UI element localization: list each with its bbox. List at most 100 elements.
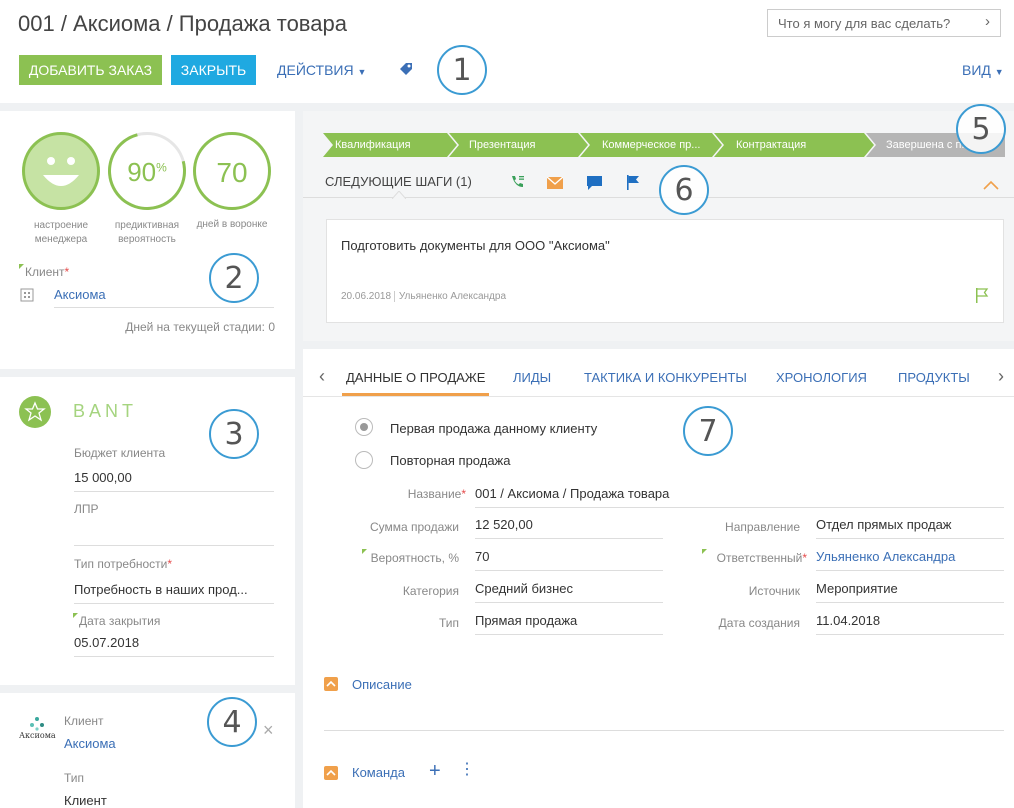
name-field[interactable]: 001 / Аксиома / Продажа товара	[475, 484, 1004, 508]
radio-repeat-sale[interactable]	[355, 451, 373, 469]
more-vertical-icon[interactable]: ⋮	[459, 762, 475, 778]
required-asterisk: *	[461, 487, 466, 501]
card-type-value: Клиент	[64, 793, 107, 808]
direction-label: Направление	[725, 520, 800, 534]
task-card[interactable]: Подготовить документы для ООО "Аксиома" …	[326, 219, 1004, 323]
days-stage-value: 0	[268, 320, 275, 334]
probability-gauge: 90%	[93, 117, 201, 225]
need-label: Тип потребности	[74, 557, 168, 571]
probability-field-label: Вероятность, %	[370, 551, 459, 565]
flag-icon[interactable]	[626, 175, 640, 190]
stage-qualification[interactable]: Квалификация	[323, 133, 457, 157]
view-menu[interactable]: Вид ▼	[962, 62, 1004, 78]
actions-menu[interactable]: Действия ▼	[277, 62, 366, 78]
description-section-title[interactable]: Описание	[352, 677, 412, 692]
task-date: 20.06.2018	[341, 291, 392, 302]
probability-field[interactable]: 70	[475, 547, 663, 571]
actions-label: Действия	[277, 62, 354, 78]
lpr-label: ЛПР	[74, 502, 99, 516]
chevron-right-icon: ›	[985, 13, 990, 30]
required-asterisk: *	[802, 551, 807, 565]
tab-sale-data[interactable]: ДАННЫЕ О ПРОДАЖЕ	[346, 370, 485, 385]
type-field[interactable]: Прямая продажа	[475, 611, 663, 635]
days-stage-label: Дней на текущей стадии:	[125, 320, 265, 334]
probability-value: 90	[127, 157, 157, 187]
source-label: Источник	[748, 584, 800, 598]
card-client-label: Клиент	[64, 714, 104, 728]
description-field[interactable]	[324, 730, 1004, 731]
type-label: Тип	[438, 616, 459, 630]
radio-first-sale[interactable]	[355, 418, 373, 436]
callout-7: 7	[683, 406, 733, 456]
category-field[interactable]: Средний бизнес	[475, 579, 663, 603]
call-icon[interactable]	[509, 174, 525, 190]
days-indicator: 70	[193, 132, 271, 210]
page-header: 001 / Аксиома / Продажа товара Что я мог…	[0, 0, 1014, 103]
command-search-placeholder: Что я могу для вас сделать?	[778, 16, 951, 31]
callout-5: 5	[956, 104, 1006, 154]
divider	[303, 197, 1014, 198]
collapse-team-icon[interactable]	[324, 766, 338, 780]
email-icon[interactable]	[547, 177, 563, 189]
stage-contracting[interactable]: Контрактация	[714, 133, 874, 157]
building-icon	[20, 288, 34, 302]
stage-presentation[interactable]: Презентация	[449, 133, 588, 157]
team-section-title[interactable]: Команда	[352, 765, 405, 780]
days-label: дней в воронке	[196, 219, 268, 230]
budget-field[interactable]: 15 000,00	[74, 470, 274, 492]
card-client-link[interactable]: Аксиома	[64, 736, 116, 751]
lpr-field[interactable]	[74, 524, 274, 546]
flag-outline-icon[interactable]	[975, 288, 989, 303]
close-date-label: Дата закрытия	[79, 614, 161, 628]
source-field[interactable]: Мероприятие	[816, 579, 1004, 603]
task-owner: Ульяненко Александра	[393, 291, 507, 302]
tabs-next-icon[interactable]: ›	[998, 366, 1004, 387]
close-date-field[interactable]: 05.07.2018	[74, 635, 274, 657]
callout-1: 1	[437, 45, 487, 95]
stage-commercial[interactable]: Коммерческое пр...	[580, 133, 722, 157]
created-field[interactable]: 11.04.2018	[816, 611, 1004, 635]
add-order-button[interactable]: Добавить заказ	[19, 55, 162, 85]
callout-2: 2	[209, 253, 259, 303]
required-asterisk: *	[64, 265, 70, 279]
direction-field[interactable]: Отдел прямых продаж	[816, 515, 1004, 539]
tabs-prev-icon[interactable]: ‹	[319, 366, 325, 387]
client-label: Клиент	[25, 265, 65, 279]
tab-history[interactable]: ХРОНОЛОГИЯ	[776, 370, 867, 385]
tab-leads[interactable]: ЛИДЫ	[513, 370, 551, 385]
radio-first-sale-label: Первая продажа данному клиенту	[390, 421, 598, 436]
owner-link[interactable]: Ульяненко Александра	[816, 547, 1004, 571]
collapse-description-icon[interactable]	[324, 677, 338, 691]
required-marker	[73, 613, 78, 618]
amount-field[interactable]: 12 520,00	[475, 515, 663, 539]
card-type-label: Тип	[64, 771, 85, 785]
chat-icon[interactable]	[587, 176, 602, 190]
close-icon[interactable]: ×	[263, 720, 274, 741]
days-value: 70	[216, 157, 248, 188]
smile-icon	[43, 157, 79, 186]
command-search[interactable]: Что я могу для вас сделать? ›	[767, 9, 1001, 37]
view-label: Вид	[962, 62, 991, 78]
radio-repeat-sale-label: Повторная продажа	[390, 453, 511, 468]
required-marker	[19, 264, 24, 269]
callout-4: 4	[207, 697, 257, 747]
bant-title: BANT	[73, 401, 138, 421]
next-steps-title[interactable]: СЛЕДУЮЩИЕ ШАГИ (1)	[325, 174, 472, 189]
metrics-panel: настроение менеджера 90% предиктивная ве…	[0, 111, 295, 369]
tab-products[interactable]: ПРОДУКТЫ	[898, 370, 970, 385]
company-logo-text: Аксиома	[19, 731, 56, 740]
required-asterisk: *	[167, 557, 172, 571]
page-title: 001 / Аксиома / Продажа товара	[18, 11, 347, 36]
plus-icon[interactable]: +	[429, 760, 441, 783]
created-label: Дата создания	[718, 616, 800, 630]
mood-indicator	[22, 132, 100, 210]
close-button[interactable]: Закрыть	[171, 55, 256, 85]
tab-pointer-icon	[392, 191, 406, 199]
tab-tactics[interactable]: ТАКТИКА И КОНКУРЕНТЫ	[584, 370, 747, 385]
collapse-icon[interactable]	[983, 180, 999, 190]
callout-6: 6	[659, 165, 709, 215]
owner-label: Ответственный	[716, 551, 803, 565]
tag-icon[interactable]	[398, 61, 414, 77]
caret-down-icon: ▼	[357, 67, 367, 77]
need-field[interactable]: Потребность в наших прод...	[74, 582, 274, 604]
